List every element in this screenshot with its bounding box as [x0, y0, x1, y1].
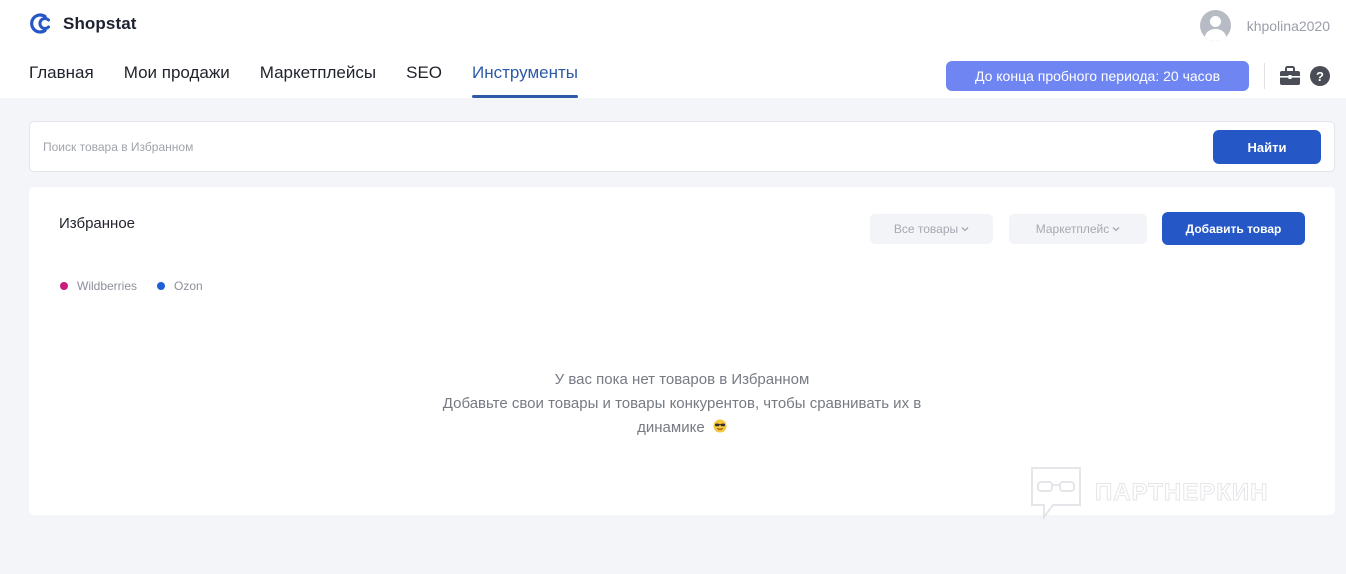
- user-avatar-icon[interactable]: [1199, 10, 1231, 41]
- all-products-dropdown[interactable]: Все товары: [870, 214, 993, 244]
- marketplace-dropdown[interactable]: Маркетплейс: [1009, 214, 1147, 244]
- nav-item-seo[interactable]: SEO: [406, 63, 442, 98]
- brand[interactable]: Shopstat: [28, 11, 137, 36]
- chevron-down-icon: [1112, 227, 1120, 232]
- user-menu[interactable]: khpolina2020: [1199, 10, 1330, 41]
- legend-dot: [60, 282, 68, 290]
- main-nav: Главная Мои продажи Маркетплейсы SEO Инс…: [29, 63, 579, 98]
- marketplace-dropdown-label: Маркетплейс: [1035, 222, 1110, 236]
- partnerkin-logo-icon: [1031, 467, 1081, 520]
- watermark: ПАРТНЕРКИН: [1029, 465, 1269, 521]
- help-icon[interactable]: ?: [1310, 66, 1330, 86]
- nav-item-marketplaces[interactable]: Маркетплейсы: [260, 63, 376, 98]
- legend-dot: [157, 282, 166, 290]
- marketplace-legend: Wildberries Ozon: [60, 279, 203, 293]
- legend-item-wildberries: Wildberries: [60, 279, 137, 293]
- brand-name: Shopstat: [63, 13, 137, 33]
- all-products-dropdown-label: Все товары: [893, 222, 959, 236]
- legend-label: Ozon: [174, 279, 203, 293]
- nav-item-my-sales[interactable]: Мои продажи: [124, 63, 230, 98]
- empty-state-line: У вас пока нет товаров в Избранном: [554, 371, 810, 388]
- legend-item-ozon: Ozon: [157, 279, 203, 293]
- header-divider: [1264, 63, 1265, 89]
- search-input[interactable]: [43, 132, 1193, 162]
- legend-label: Wildberries: [77, 279, 138, 293]
- empty-state-line: динамике: [637, 419, 705, 436]
- empty-state-line-last: динамике: [382, 416, 982, 440]
- empty-state-line: Добавьте свои товары и товары конкуренто…: [442, 395, 922, 412]
- watermark-text: ПАРТНЕРКИН: [1095, 479, 1269, 507]
- chevron-down-icon: [961, 227, 969, 232]
- sunglasses-emoji-icon: [713, 419, 727, 433]
- favorites-title: Избранное: [59, 215, 136, 232]
- add-product-button[interactable]: Добавить товар: [1162, 212, 1305, 245]
- top-bar: Shopstat khpolina2020 Главная Мои продаж…: [0, 0, 1346, 98]
- briefcase-icon[interactable]: [1279, 66, 1301, 86]
- nav-item-home[interactable]: Главная: [29, 63, 94, 98]
- username: khpolina2020: [1246, 17, 1330, 34]
- shopstat-logo-icon: [28, 11, 53, 36]
- trial-period-badge[interactable]: До конца пробного периода: 20 часов: [946, 61, 1249, 91]
- search-bar: Найти: [29, 121, 1335, 172]
- find-button[interactable]: Найти: [1213, 130, 1321, 164]
- empty-state-message: У вас пока нет товаров в Избранном Добав…: [382, 368, 982, 440]
- nav-item-tools[interactable]: Инструменты: [472, 63, 579, 98]
